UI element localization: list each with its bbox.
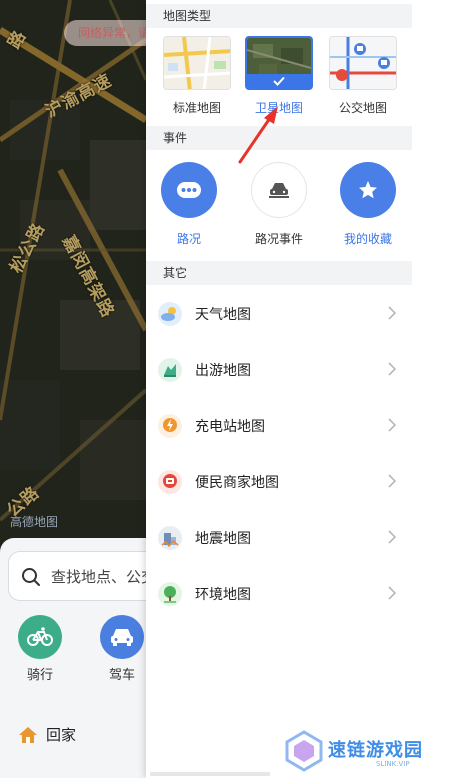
- charging-station-map-label: 充电站地图: [195, 419, 265, 435]
- watermark: 速链游戏园 SLINK.VIP: [284, 730, 444, 774]
- go-home-row[interactable]: 回家: [18, 724, 76, 745]
- satellite-map-thumbnail: [245, 36, 313, 90]
- watermark-title: 速链游戏园: [328, 740, 423, 761]
- travel-icon: [158, 358, 182, 382]
- charging-station-icon: [158, 414, 182, 438]
- traffic-label: 路况: [176, 232, 201, 246]
- selected-check-icon: [247, 74, 311, 88]
- chevron-right-icon: [388, 586, 396, 600]
- earthquake-icon: [158, 526, 182, 550]
- map-type-label: 标准地图: [172, 101, 221, 115]
- weather-map-label: 天气地图: [195, 307, 251, 323]
- search-icon: [22, 568, 40, 586]
- environment-icon: [158, 582, 182, 606]
- chevron-right-icon: [388, 530, 396, 544]
- travel-map-item[interactable]: 出游地图: [146, 342, 412, 398]
- merchant-map-label: 便民商家地图: [195, 475, 279, 491]
- my-favorites-label: 我的收藏: [343, 232, 392, 246]
- bicycle-icon: [18, 615, 62, 659]
- watermark-logo-icon: [285, 730, 323, 772]
- map-type-transit[interactable]: 公交地图: [328, 36, 398, 116]
- merchant-icon: [158, 470, 182, 494]
- map-credit: 高德地图: [10, 515, 59, 529]
- traffic-events-button[interactable]: 路况事件: [241, 162, 317, 247]
- go-home-label: 回家: [46, 726, 77, 744]
- home-indicator: [150, 772, 270, 776]
- transit-map-thumbnail: [329, 36, 397, 90]
- watermark-subtitle: SLINK.VIP: [376, 760, 410, 768]
- chevron-right-icon: [388, 474, 396, 488]
- more-dots-icon: [161, 162, 217, 218]
- star-icon: [340, 162, 396, 218]
- road-event-icon: [251, 162, 307, 218]
- cycling-button[interactable]: 骑行: [18, 615, 62, 683]
- map-layers-drawer: 地图类型 标准地图 卫星地图 公交地图 事件 路况 路况事件 我的收藏 其它 天…: [146, 0, 461, 778]
- weather-icon: [158, 302, 182, 326]
- driving-label: 驾车: [108, 668, 135, 683]
- map-type-label: 公交地图: [338, 101, 387, 115]
- section-header-other: 其它: [146, 261, 412, 285]
- map-type-standard[interactable]: 标准地图: [162, 36, 232, 116]
- standard-map-thumbnail: [163, 36, 231, 90]
- traffic-events-label: 路况事件: [254, 232, 303, 246]
- cycling-label: 骑行: [26, 668, 53, 683]
- charging-station-map-item[interactable]: 充电站地图: [146, 398, 412, 454]
- merchant-map-item[interactable]: 便民商家地图: [146, 454, 412, 510]
- driving-button[interactable]: 驾车: [100, 615, 144, 683]
- chevron-right-icon: [388, 362, 396, 376]
- travel-map-label: 出游地图: [195, 363, 251, 379]
- home-icon: [19, 726, 37, 743]
- traffic-button[interactable]: 路况: [151, 162, 227, 247]
- environment-map-item[interactable]: 环境地图: [146, 566, 412, 622]
- earthquake-map-label: 地震地图: [195, 531, 251, 547]
- earthquake-map-item[interactable]: 地震地图: [146, 510, 412, 566]
- car-icon: [100, 615, 144, 659]
- weather-map-item[interactable]: 天气地图: [146, 286, 412, 342]
- chevron-right-icon: [388, 418, 396, 432]
- annotation-arrow: [238, 106, 278, 164]
- my-favorites-button[interactable]: 我的收藏: [330, 162, 406, 247]
- section-header-map-type: 地图类型: [146, 4, 412, 28]
- chevron-right-icon: [388, 306, 396, 320]
- environment-map-label: 环境地图: [195, 587, 251, 603]
